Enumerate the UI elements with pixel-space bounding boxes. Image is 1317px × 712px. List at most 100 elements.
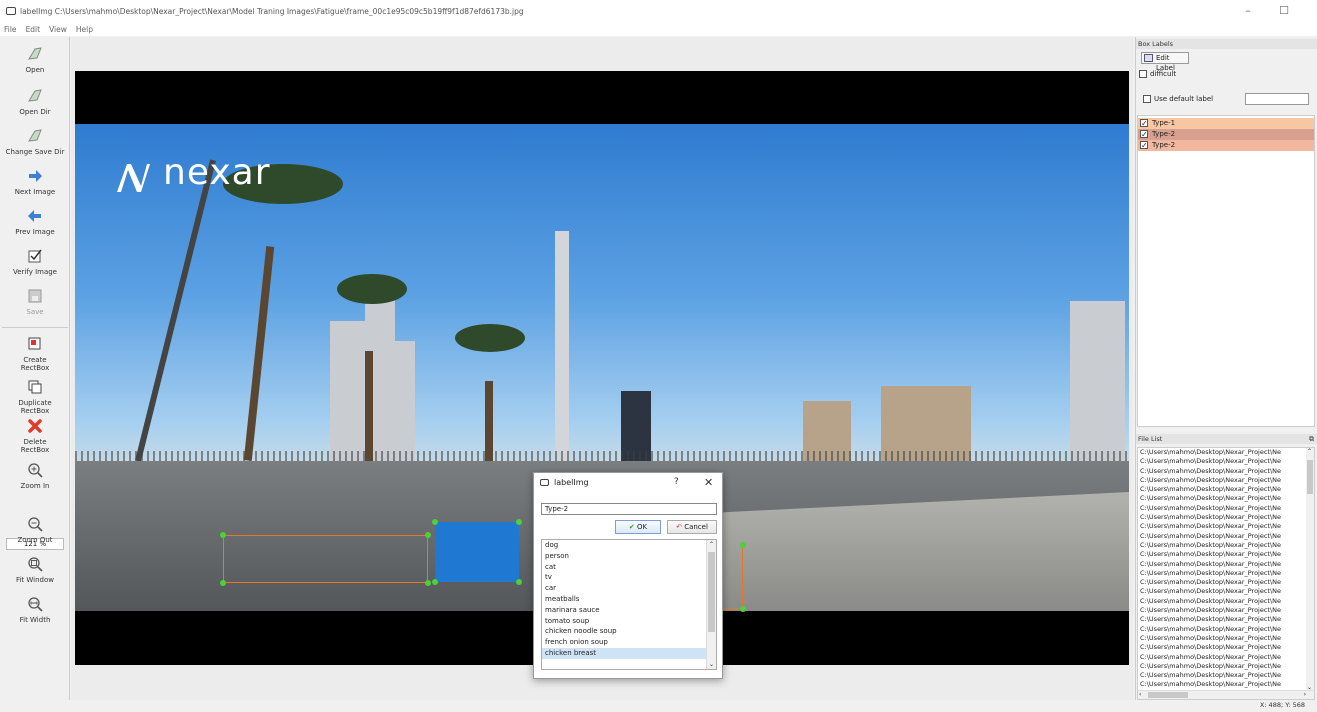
file-list-item[interactable]: C:\Users\mahmo\Desktop\Nexar_Project\Ne xyxy=(1138,643,1306,652)
minimize-button[interactable]: – xyxy=(1230,2,1266,20)
fit-window-button[interactable]: Fit Window xyxy=(0,555,70,584)
file-list-item[interactable]: C:\Users\mahmo\Desktop\Nexar_Project\Ne xyxy=(1138,513,1306,522)
file-list-item[interactable]: C:\Users\mahmo\Desktop\Nexar_Project\Ne xyxy=(1138,615,1306,624)
fit-width-button[interactable]: Fit Width xyxy=(0,595,70,624)
file-list-item[interactable]: C:\Users\mahmo\Desktop\Nexar_Project\Ne xyxy=(1138,662,1306,671)
change-save-dir-button[interactable]: Change Save Dir xyxy=(0,127,70,156)
close-button[interactable]: ✕ xyxy=(1302,2,1317,20)
file-list-item[interactable]: C:\Users\mahmo\Desktop\Nexar_Project\Ne xyxy=(1138,578,1306,587)
file-list-item[interactable]: C:\Users\mahmo\Desktop\Nexar_Project\Ne xyxy=(1138,587,1306,596)
bounding-box-type-2-selected[interactable] xyxy=(435,522,519,582)
file-list-item[interactable]: C:\Users\mahmo\Desktop\Nexar_Project\Ne xyxy=(1138,541,1306,550)
options-scrollbar[interactable]: ⌃ ⌄ xyxy=(706,540,716,669)
zoom-out-button[interactable]: Zoom Out xyxy=(0,515,70,544)
list-item[interactable]: marinara sauce xyxy=(542,605,716,616)
file-list-item[interactable]: C:\Users\mahmo\Desktop\Nexar_Project\Ne xyxy=(1138,560,1306,569)
scroll-thumb[interactable] xyxy=(708,552,715,632)
bbox-handle[interactable] xyxy=(425,532,431,538)
file-list-item[interactable]: C:\Users\mahmo\Desktop\Nexar_Project\Ne xyxy=(1138,457,1306,466)
hscroll-thumb[interactable] xyxy=(1148,692,1188,698)
list-item[interactable]: dog xyxy=(542,540,716,551)
file-list-item[interactable]: C:\Users\mahmo\Desktop\Nexar_Project\Ne xyxy=(1138,550,1306,559)
file-list[interactable]: C:\Users\mahmo\Desktop\Nexar_Project\Ne C… xyxy=(1137,447,1315,700)
file-list-item[interactable]: C:\Users\mahmo\Desktop\Nexar_Project\Ne xyxy=(1138,476,1306,485)
bbox-handle[interactable] xyxy=(220,532,226,538)
bbox-handle[interactable] xyxy=(220,580,226,586)
open-button[interactable]: Open xyxy=(0,45,70,74)
duplicate-rectbox-button[interactable]: Duplicate RectBox xyxy=(0,378,70,415)
bbox-handle[interactable] xyxy=(425,580,431,586)
list-item[interactable]: cat xyxy=(542,562,716,573)
scroll-thumb[interactable] xyxy=(1307,460,1313,494)
box-labels-list[interactable]: Type-1 Type-2 Type-2 xyxy=(1137,115,1315,427)
dialog-help-button[interactable]: ? xyxy=(674,477,679,487)
label-options-list[interactable]: dog person cat tv car meatballs marinara… xyxy=(541,539,717,670)
file-list-scrollbar[interactable]: ⌃ ⌄ xyxy=(1306,448,1314,691)
scroll-right-icon[interactable]: › xyxy=(1304,691,1306,698)
list-item[interactable]: tv xyxy=(542,572,716,583)
file-list-item[interactable]: C:\Users\mahmo\Desktop\Nexar_Project\Ne xyxy=(1138,569,1306,578)
label-item-checkbox[interactable] xyxy=(1140,129,1148,140)
file-list-item[interactable]: C:\Users\mahmo\Desktop\Nexar_Project\Ne xyxy=(1138,680,1306,689)
dialog-close-button[interactable]: ✕ xyxy=(704,476,713,489)
file-list-item[interactable]: C:\Users\mahmo\Desktop\Nexar_Project\Ne xyxy=(1138,634,1306,643)
file-list-item[interactable]: C:\Users\mahmo\Desktop\Nexar_Project\Ne xyxy=(1138,606,1306,615)
file-list-item[interactable]: C:\Users\mahmo\Desktop\Nexar_Project\Ne xyxy=(1138,504,1306,513)
file-list-item[interactable]: C:\Users\mahmo\Desktop\Nexar_Project\Ne xyxy=(1138,467,1306,476)
list-item-selected[interactable]: chicken breast xyxy=(542,647,716,659)
verify-image-button[interactable]: Verify Image xyxy=(0,247,70,276)
menu-edit[interactable]: Edit xyxy=(26,25,41,34)
file-list-item[interactable]: C:\Users\mahmo\Desktop\Nexar_Project\Ne xyxy=(1138,653,1306,662)
open-dir-button[interactable]: Open Dir xyxy=(0,87,70,116)
label-item-checkbox[interactable] xyxy=(1140,118,1148,129)
list-item[interactable]: car xyxy=(542,583,716,594)
bounding-box-type-1[interactable] xyxy=(223,535,428,583)
create-rectbox-button[interactable]: Create RectBox xyxy=(0,335,70,372)
difficult-checkbox[interactable] xyxy=(1139,70,1147,78)
file-list-item[interactable]: C:\Users\mahmo\Desktop\Nexar_Project\Ne xyxy=(1138,448,1306,457)
file-list-item[interactable]: C:\Users\mahmo\Desktop\Nexar_Project\Ne xyxy=(1138,485,1306,494)
edit-label-button[interactable]: Edit Label xyxy=(1141,52,1189,72)
file-list-hscrollbar[interactable]: ‹ › xyxy=(1138,690,1314,699)
list-item[interactable]: french onion soup xyxy=(542,637,716,648)
label-item[interactable]: Type-1 xyxy=(1138,118,1314,129)
scroll-down-icon[interactable]: ⌄ xyxy=(709,661,714,668)
undock-icon[interactable]: ⧉ xyxy=(1309,434,1314,444)
bbox-handle[interactable] xyxy=(516,579,522,585)
prev-image-button[interactable]: Prev Image xyxy=(0,207,70,236)
use-default-label-checkbox[interactable] xyxy=(1143,95,1151,103)
ok-button[interactable]: ✔ OK xyxy=(615,520,661,534)
default-label-input[interactable] xyxy=(1245,93,1309,105)
zoom-in-button[interactable]: Zoom In xyxy=(0,461,70,490)
label-item[interactable]: Type-2 xyxy=(1138,140,1314,151)
next-image-button[interactable]: Next Image xyxy=(0,167,70,196)
delete-rectbox-button[interactable]: Delete RectBox xyxy=(0,417,70,454)
file-list-item[interactable]: C:\Users\mahmo\Desktop\Nexar_Project\Ne xyxy=(1138,532,1306,541)
scroll-left-icon[interactable]: ‹ xyxy=(1139,691,1141,698)
menu-file[interactable]: File xyxy=(4,25,17,34)
scroll-up-icon[interactable]: ⌃ xyxy=(1307,448,1312,455)
bbox-handle[interactable] xyxy=(432,579,438,585)
list-item[interactable]: chicken noodle soup xyxy=(542,626,716,637)
menu-view[interactable]: View xyxy=(49,25,67,34)
save-button[interactable]: Save xyxy=(0,287,70,316)
file-list-item[interactable]: C:\Users\mahmo\Desktop\Nexar_Project\Ne xyxy=(1138,494,1306,503)
label-input[interactable]: Type-2 xyxy=(541,503,717,515)
list-item[interactable]: person xyxy=(542,551,716,562)
scroll-up-icon[interactable]: ⌃ xyxy=(709,541,714,548)
bbox-handle[interactable] xyxy=(740,606,746,612)
label-item-selected[interactable]: Type-2 xyxy=(1138,129,1314,140)
bbox-handle[interactable] xyxy=(740,542,746,548)
file-list-item[interactable]: C:\Users\mahmo\Desktop\Nexar_Project\Ne xyxy=(1138,522,1306,531)
file-list-item[interactable]: C:\Users\mahmo\Desktop\Nexar_Project\Ne xyxy=(1138,625,1306,634)
list-item[interactable]: meatballs xyxy=(542,594,716,605)
maximize-button[interactable]: ☐ xyxy=(1266,2,1302,20)
list-item[interactable]: tomato soup xyxy=(542,616,716,627)
bbox-handle[interactable] xyxy=(516,519,522,525)
cancel-button[interactable]: ↶ Cancel xyxy=(667,520,717,534)
file-list-item[interactable]: C:\Users\mahmo\Desktop\Nexar_Project\Ne xyxy=(1138,597,1306,606)
file-list-item[interactable]: C:\Users\mahmo\Desktop\Nexar_Project\Ne xyxy=(1138,671,1306,680)
menu-help[interactable]: Help xyxy=(76,25,93,34)
label-item-checkbox[interactable] xyxy=(1140,140,1148,151)
bbox-handle[interactable] xyxy=(432,519,438,525)
